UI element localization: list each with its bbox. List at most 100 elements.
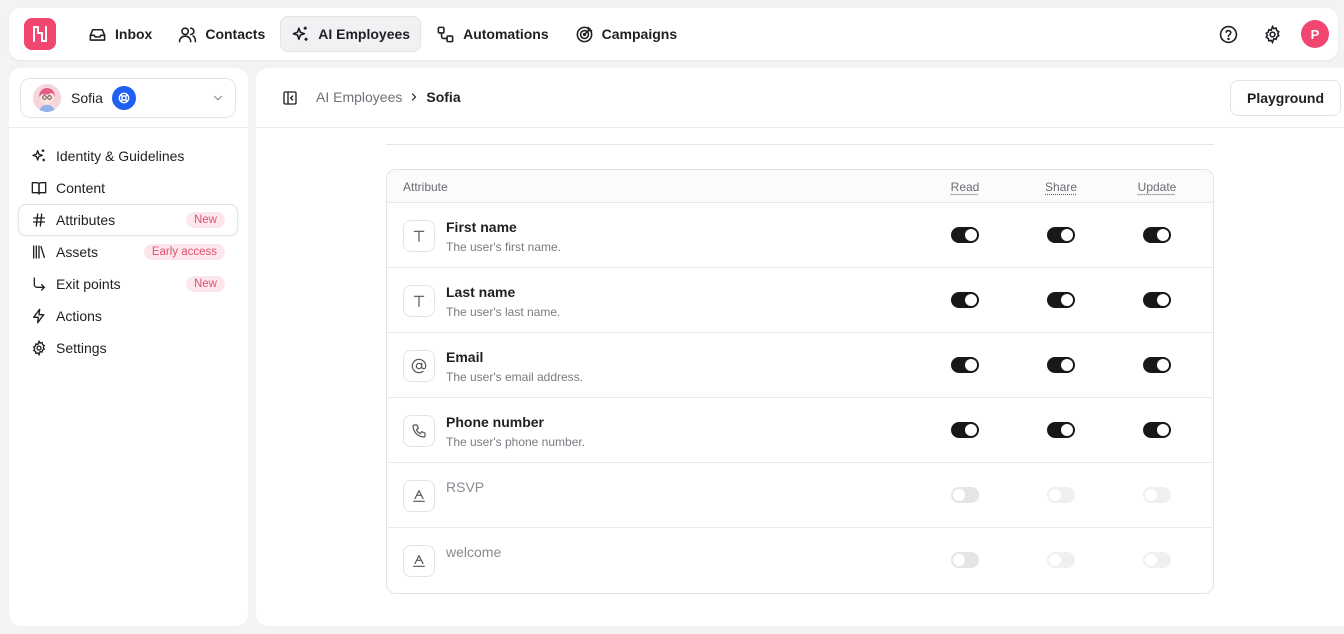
playground-button[interactable]: Playground: [1229, 80, 1341, 116]
settings-button[interactable]: [1257, 19, 1287, 49]
nav-inbox[interactable]: Inbox: [77, 16, 163, 52]
table-row: Phone number The user's phone number.: [387, 398, 1213, 463]
nav-automations[interactable]: Automations: [425, 16, 560, 52]
sidebar-item-label: Identity & Guidelines: [56, 148, 185, 164]
app-logo-icon[interactable]: [24, 18, 56, 50]
new-tag-badge: New: [185, 276, 225, 292]
lightning-icon: [33, 308, 45, 324]
share-toggle[interactable]: [1047, 227, 1075, 243]
help-icon: [1219, 25, 1237, 43]
sidebar-item-content[interactable]: Content: [18, 172, 238, 204]
update-toggle[interactable]: [1143, 422, 1171, 438]
phone-icon: [403, 415, 435, 447]
read-toggle[interactable]: [951, 292, 979, 308]
sidebar-collapse-icon[interactable]: [282, 90, 298, 106]
sidebar-item-attributes[interactable]: Attributes New: [18, 204, 238, 236]
column-header-read: Read: [950, 180, 980, 194]
at-sign-icon: [403, 350, 435, 382]
attributes-table: Attribute Read Share Update First name T…: [386, 169, 1214, 594]
agent-name: Sofia: [71, 90, 103, 106]
sparkles-icon: [292, 26, 308, 41]
share-toggle[interactable]: [1047, 487, 1075, 503]
update-toggle[interactable]: [1143, 357, 1171, 373]
sidebar-item-label: Attributes: [56, 212, 116, 228]
share-toggle[interactable]: [1047, 552, 1075, 568]
nav-contacts[interactable]: Contacts: [167, 16, 276, 52]
read-toggle[interactable]: [951, 552, 979, 568]
sidebar-item-settings[interactable]: Settings: [18, 332, 238, 364]
share-toggle[interactable]: [1047, 357, 1075, 373]
section-divider: [386, 144, 1214, 145]
gear-icon: [32, 340, 46, 356]
page-header: AI Employees Sofia Playground: [256, 68, 1344, 128]
agent-selector[interactable]: Sofia: [20, 78, 236, 118]
attribute-name: welcome: [446, 544, 502, 560]
update-toggle[interactable]: [1143, 292, 1171, 308]
update-toggle[interactable]: [1143, 487, 1171, 503]
nav-ai-employees[interactable]: AI Employees: [280, 16, 422, 52]
text-type-icon: [403, 220, 435, 252]
table-row: Last name The user's last name.: [387, 268, 1213, 333]
nav-campaigns-label: Campaigns: [601, 26, 678, 42]
share-toggle[interactable]: [1047, 292, 1075, 308]
inbox-icon: [89, 28, 106, 41]
read-toggle[interactable]: [951, 487, 979, 503]
read-toggle[interactable]: [951, 357, 979, 373]
campaigns-icon: [576, 26, 593, 42]
text-type-icon: [403, 285, 435, 317]
sidebar-divider: [9, 127, 248, 128]
sidebar-item-label: Assets: [56, 244, 99, 260]
main-nav: Inbox Contacts AI Employees Automations …: [77, 16, 688, 52]
table-header: Attribute Read Share Update: [387, 170, 1213, 203]
user-avatar[interactable]: P: [1301, 20, 1329, 48]
new-tag-badge: New: [185, 212, 225, 228]
custom-text-icon: [403, 545, 435, 577]
read-toggle[interactable]: [951, 422, 979, 438]
sidebar-item-label: Exit points: [56, 276, 121, 292]
main-panel: AI Employees Sofia Playground Attribute …: [256, 68, 1344, 626]
update-toggle[interactable]: [1143, 552, 1171, 568]
sidebar-menu: Identity & Guidelines Content Attributes…: [18, 140, 238, 364]
table-row: welcome: [387, 528, 1213, 593]
hash-icon: [33, 213, 45, 227]
sidebar-item-identity-guidelines[interactable]: Identity & Guidelines: [18, 140, 238, 172]
custom-text-icon: [403, 480, 435, 512]
attribute-description: The user's last name.: [446, 305, 561, 319]
contacts-icon: [179, 26, 197, 42]
breadcrumb-parent-link[interactable]: AI Employees: [316, 89, 402, 105]
library-icon: [33, 245, 45, 259]
attribute-name: Phone number: [446, 414, 545, 430]
sidebar-item-label: Settings: [56, 340, 107, 356]
update-toggle[interactable]: [1143, 227, 1171, 243]
sidebar-item-actions[interactable]: Actions: [18, 300, 238, 332]
attribute-name: RSVP: [446, 479, 485, 495]
gear-icon: [1264, 24, 1280, 44]
table-row: RSVP: [387, 463, 1213, 528]
automations-icon: [437, 26, 454, 42]
table-row: Email The user's email address.: [387, 333, 1213, 398]
read-toggle[interactable]: [951, 227, 979, 243]
attribute-name: Email: [446, 349, 484, 365]
breadcrumb: AI Employees Sofia: [316, 89, 461, 105]
sparkles-icon: [32, 149, 45, 162]
attribute-name: Last name: [446, 284, 516, 300]
column-header-update: Update: [1137, 180, 1177, 194]
table-row: First name The user's first name.: [387, 203, 1213, 268]
attribute-description: The user's phone number.: [446, 435, 586, 449]
column-header-share: Share: [1044, 180, 1078, 194]
help-button[interactable]: [1213, 19, 1243, 49]
sidebar-item-exit-points[interactable]: Exit points New: [18, 268, 238, 300]
chevron-right-icon: [412, 93, 417, 101]
breadcrumb-current: Sofia: [426, 89, 461, 105]
chevron-down-icon: [213, 95, 223, 101]
top-navigation-bar: Inbox Contacts AI Employees Automations …: [9, 8, 1338, 60]
sidebar-item-assets[interactable]: Assets Early access: [18, 236, 238, 268]
attribute-description: The user's email address.: [446, 370, 584, 384]
nav-campaigns[interactable]: Campaigns: [564, 16, 688, 52]
early-access-tag-badge: Early access: [143, 244, 225, 260]
sidebar-item-label: Content: [56, 180, 106, 196]
nav-inbox-label: Inbox: [115, 26, 153, 42]
agent-status-badge-icon: [111, 86, 136, 110]
share-toggle[interactable]: [1047, 422, 1075, 438]
top-right-actions: P: [1213, 19, 1329, 49]
